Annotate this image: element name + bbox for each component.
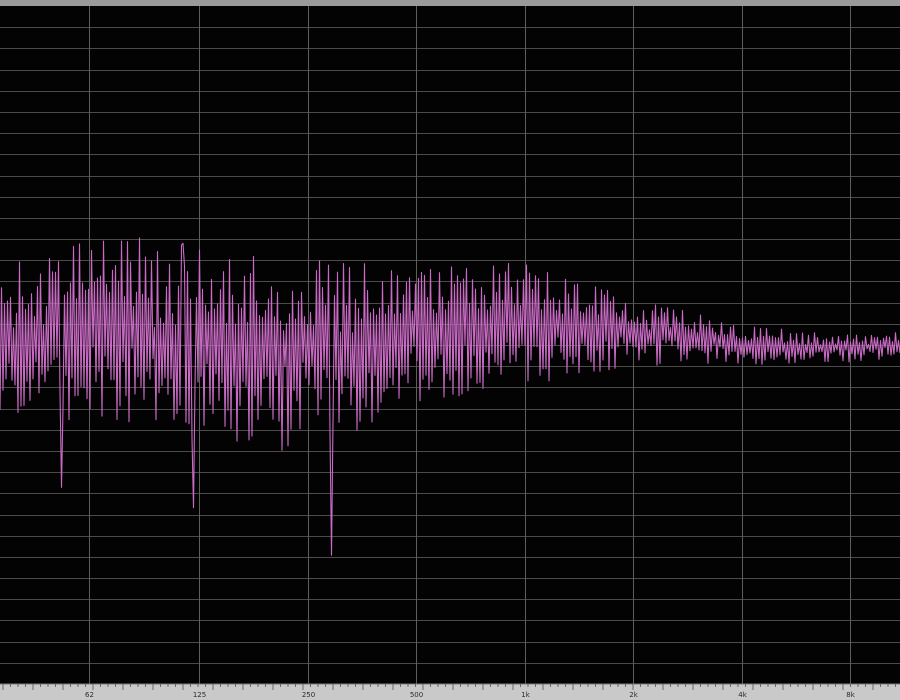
- x-tick-label: 250: [302, 691, 315, 699]
- top-border-bar: [0, 0, 900, 6]
- x-tick-label: 125: [193, 691, 206, 699]
- x-tick-label: 8k: [846, 691, 855, 699]
- x-tick-label: 4k: [738, 691, 747, 699]
- frequency-spectrum-chart: 62 125 250 500 1k 2k 4k 8k: [0, 0, 900, 700]
- x-tick-label: 1k: [521, 691, 530, 699]
- ruler-background: [0, 684, 900, 700]
- spectrum-analyzer-window: 62 125 250 500 1k 2k 4k 8k: [0, 0, 900, 700]
- x-tick-label: 62: [85, 691, 94, 699]
- frequency-ruler[interactable]: 62 125 250 500 1k 2k 4k 8k: [0, 683, 900, 700]
- x-tick-label: 500: [410, 691, 423, 699]
- x-tick-label: 2k: [629, 691, 638, 699]
